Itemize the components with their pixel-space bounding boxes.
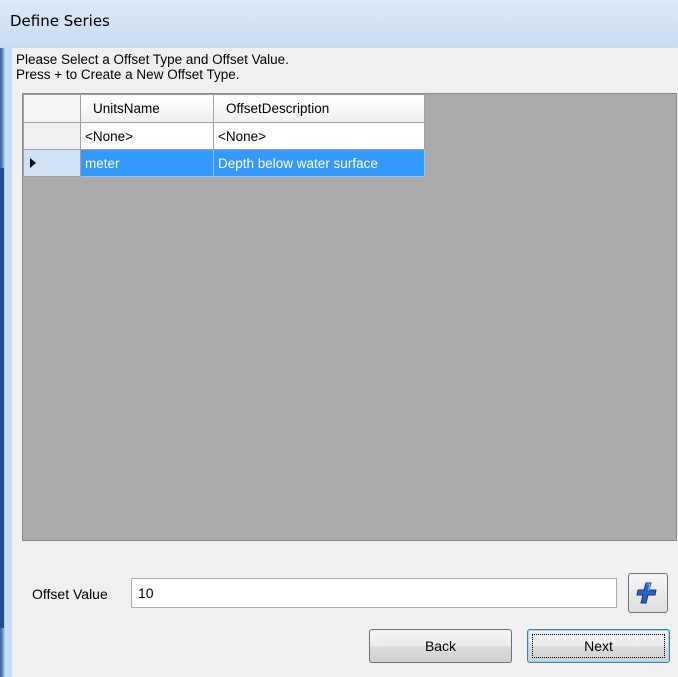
- define-series-window: Define Series Please Select a Offset Typ…: [0, 0, 678, 677]
- window-title: Define Series: [10, 12, 110, 30]
- focus-rectangle: [532, 634, 665, 658]
- cell-offset-description[interactable]: <None>: [213, 122, 425, 150]
- add-offset-type-button[interactable]: [628, 573, 668, 613]
- instruction-line-1: Please Select a Offset Type and Offset V…: [16, 52, 289, 67]
- current-row-arrow-icon: [30, 158, 36, 168]
- cell-units-name[interactable]: <None>: [80, 122, 214, 150]
- table-row[interactable]: <None> <None>: [23, 122, 425, 150]
- instructions-text: Please Select a Offset Type and Offset V…: [16, 52, 289, 82]
- grid-corner-header[interactable]: [23, 94, 81, 123]
- row-header[interactable]: [23, 122, 81, 150]
- cell-units-name[interactable]: meter: [80, 149, 214, 177]
- table-row-selected[interactable]: meter Depth below water surface: [23, 149, 425, 177]
- row-header[interactable]: [23, 149, 81, 177]
- column-header-offset-description[interactable]: OffsetDescription: [213, 94, 425, 123]
- window-left-frame: [0, 48, 12, 677]
- offset-value-input[interactable]: [131, 578, 617, 608]
- back-button[interactable]: Back: [369, 629, 512, 663]
- offset-type-grid[interactable]: UnitsName OffsetDescription <None> <None…: [22, 93, 677, 541]
- next-button[interactable]: Next: [527, 629, 670, 663]
- plus-icon: [636, 582, 657, 604]
- grid-header-row: UnitsName OffsetDescription: [23, 94, 425, 123]
- title-bar[interactable]: Define Series: [0, 0, 678, 48]
- offset-value-label: Offset Value: [32, 586, 108, 602]
- instruction-line-2: Press + to Create a New Offset Type.: [16, 67, 240, 82]
- cell-offset-description[interactable]: Depth below water surface: [213, 149, 425, 177]
- column-header-units-name[interactable]: UnitsName: [80, 94, 214, 123]
